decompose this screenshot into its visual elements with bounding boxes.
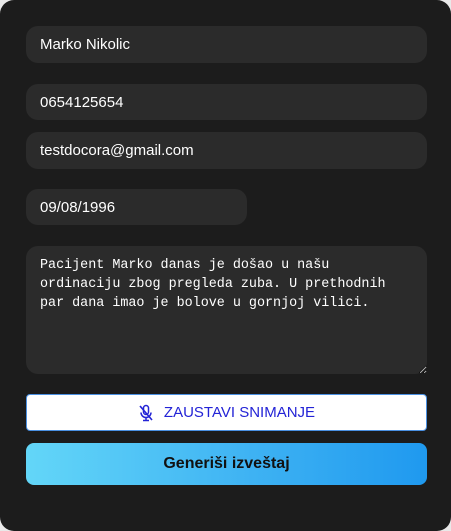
phone-input[interactable] bbox=[26, 84, 427, 120]
stop-recording-button[interactable]: ZAUSTAVI SNIMANJE bbox=[26, 394, 427, 431]
report-form-panel: Pacijent Marko danas je došao u našu ord… bbox=[0, 0, 451, 531]
notes-textarea[interactable]: Pacijent Marko danas je došao u našu ord… bbox=[26, 246, 427, 374]
generate-report-label: Generiši izveštaj bbox=[163, 455, 290, 472]
stop-recording-label: ZAUSTAVI SNIMANJE bbox=[163, 404, 316, 421]
microphone-off-icon bbox=[138, 404, 154, 422]
email-input[interactable] bbox=[26, 132, 427, 169]
patient-name-input[interactable] bbox=[26, 26, 427, 63]
birth-date-input[interactable] bbox=[26, 189, 247, 225]
generate-report-button[interactable]: Generiši izveštaj bbox=[26, 443, 427, 485]
